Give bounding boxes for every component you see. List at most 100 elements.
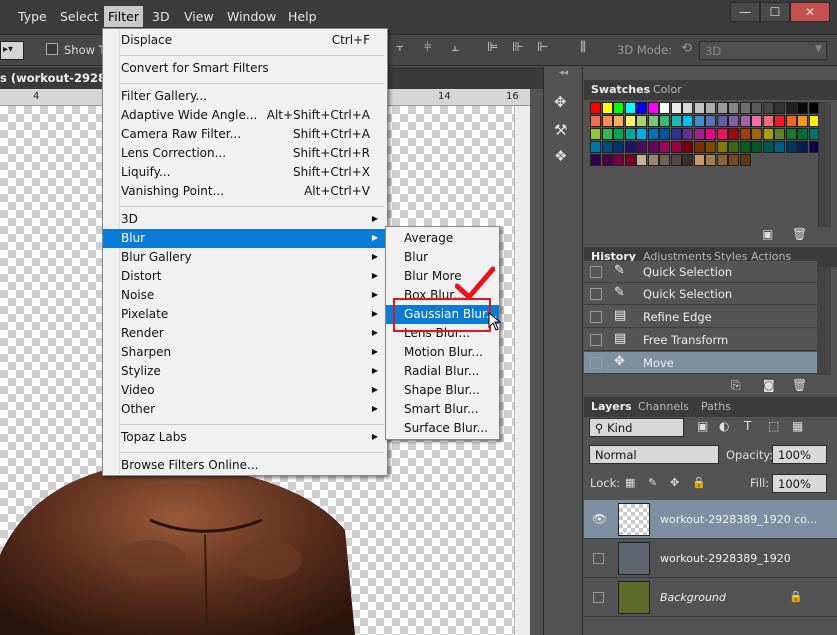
history-brush-icon[interactable]: ✥: [554, 93, 567, 111]
submenu-item-motion-blur[interactable]: Motion Blur...: [386, 343, 499, 362]
menu-type[interactable]: Type: [15, 9, 50, 24]
menu-item-blur-gallery[interactable]: Blur Gallery ▶: [103, 248, 387, 267]
color-swatch[interactable]: [624, 154, 636, 166]
trash-icon[interactable]: 🗑: [792, 378, 807, 392]
menu-item-liquify[interactable]: Liquify... Shift+Ctrl+X: [103, 163, 387, 182]
layer-row-selected[interactable]: 👁 workout-2928389_1920 co...: [584, 500, 837, 539]
collapse-icon[interactable]: ◂◂: [559, 68, 568, 78]
history-item[interactable]: ✎ Quick Selection: [584, 283, 817, 305]
color-swatch[interactable]: [751, 102, 762, 114]
color-swatch[interactable]: [601, 115, 613, 127]
history-item[interactable]: ✎ Quick Selection: [584, 261, 817, 283]
history-item[interactable]: ▤ Free Transform: [584, 329, 817, 351]
color-swatch[interactable]: [647, 141, 659, 153]
type-filter-icon[interactable]: T: [744, 419, 751, 433]
color-swatch[interactable]: [785, 128, 797, 140]
menu-item-filter-gallery[interactable]: Filter Gallery...: [103, 87, 387, 106]
menu-item-lens-correction[interactable]: Lens Correction... Shift+Ctrl+R: [103, 144, 387, 163]
color-swatch[interactable]: [785, 102, 797, 114]
minimize-button[interactable]: —: [730, 2, 760, 22]
menu-item-vanishing-point[interactable]: Vanishing Point... Alt+Ctrl+V: [103, 182, 387, 201]
color-swatch[interactable]: [774, 141, 785, 153]
color-swatch[interactable]: [705, 115, 716, 127]
align-hcenter-icon[interactable]: ⊪: [512, 40, 523, 55]
history-snapshot-checkbox[interactable]: [590, 357, 602, 369]
blend-mode-select[interactable]: Normal: [589, 445, 719, 464]
color-swatch[interactable]: [739, 128, 751, 140]
color-swatch[interactable]: [785, 141, 797, 153]
close-button[interactable]: ✕: [790, 2, 830, 22]
submenu-item-shape-blur[interactable]: Shape Blur...: [386, 381, 499, 400]
trash-icon[interactable]: 🗑: [792, 227, 807, 241]
color-swatch[interactable]: [601, 102, 613, 114]
layer-filter-kind[interactable]: ⚲ Kind: [589, 418, 684, 437]
color-swatch[interactable]: [797, 128, 808, 140]
menu-item-blur[interactable]: Blur ▶: [103, 229, 387, 248]
history-snapshot-checkbox[interactable]: [590, 266, 602, 278]
menu-item-topaz-labs[interactable]: Topaz Labs ▶: [103, 428, 387, 447]
color-swatch[interactable]: [728, 141, 739, 153]
tab-color[interactable]: Color: [653, 83, 682, 96]
color-swatch[interactable]: [613, 154, 624, 166]
color-swatch[interactable]: [751, 141, 762, 153]
new-document-from-state-icon[interactable]: ⎘: [731, 378, 741, 393]
menu-item-stylize[interactable]: Stylize ▶: [103, 362, 387, 381]
align-left-icon[interactable]: ⊫: [487, 40, 498, 55]
color-swatch[interactable]: [693, 102, 705, 114]
menu-view[interactable]: View: [181, 9, 217, 24]
color-swatch[interactable]: [682, 115, 693, 127]
color-swatch[interactable]: [716, 154, 728, 166]
color-swatch[interactable]: [613, 115, 624, 127]
menu-item-distort[interactable]: Distort ▶: [103, 267, 387, 286]
color-swatch[interactable]: [624, 102, 636, 114]
color-swatch[interactable]: [705, 154, 716, 166]
visibility-toggle[interactable]: [593, 553, 604, 564]
color-swatch[interactable]: [682, 154, 693, 166]
color-swatch[interactable]: [716, 102, 728, 114]
color-swatch[interactable]: [682, 128, 693, 140]
menu-item-convert-smart-filters[interactable]: Convert for Smart Filters: [103, 59, 387, 78]
tab-layers[interactable]: Layers: [591, 400, 632, 413]
color-swatch[interactable]: [670, 154, 682, 166]
maximize-button[interactable]: ☐: [760, 2, 790, 22]
color-swatch[interactable]: [716, 141, 728, 153]
color-swatch[interactable]: [659, 141, 670, 153]
color-swatch[interactable]: [670, 141, 682, 153]
history-item[interactable]: ▤ Refine Edge: [584, 306, 817, 328]
color-swatch[interactable]: [613, 141, 624, 153]
menu-filter[interactable]: Filter: [104, 6, 143, 27]
submenu-item-blur[interactable]: Blur: [386, 248, 499, 267]
align-top-icon[interactable]: ⫟: [396, 40, 404, 55]
color-swatch[interactable]: [659, 102, 670, 114]
color-swatch[interactable]: [670, 102, 682, 114]
menu-item-video[interactable]: Video ▶: [103, 381, 387, 400]
color-swatch[interactable]: [682, 102, 693, 114]
new-swatch-icon[interactable]: ▣: [762, 227, 773, 241]
color-swatch[interactable]: [693, 128, 705, 140]
menu-item-noise[interactable]: Noise ▶: [103, 286, 387, 305]
align-vcenter-icon[interactable]: ⫩: [424, 40, 431, 55]
align-right-icon[interactable]: ⊩: [537, 40, 548, 55]
history-item-selected[interactable]: ✥ Move: [584, 352, 817, 374]
color-swatch[interactable]: [693, 154, 705, 166]
menu-item-render[interactable]: Render ▶: [103, 324, 387, 343]
smart-filter-icon[interactable]: ▦: [792, 419, 803, 433]
history-snapshot-checkbox[interactable]: [590, 334, 602, 346]
color-swatch[interactable]: [601, 141, 613, 153]
color-swatch[interactable]: [590, 115, 601, 127]
menu-item-other[interactable]: Other ▶: [103, 400, 387, 419]
color-swatch[interactable]: [693, 141, 705, 153]
brush-panel-icon[interactable]: ⚒: [554, 121, 567, 139]
color-swatch[interactable]: [705, 128, 716, 140]
image-filter-icon[interactable]: ▣: [697, 419, 708, 433]
color-swatch[interactable]: [613, 102, 624, 114]
color-swatch[interactable]: [647, 102, 659, 114]
color-swatch[interactable]: [693, 115, 705, 127]
color-swatch[interactable]: [774, 115, 785, 127]
layer-row[interactable]: Background 🔒: [584, 578, 837, 617]
menu-3d[interactable]: 3D: [149, 9, 173, 24]
history-snapshot-checkbox[interactable]: [590, 288, 602, 300]
color-swatch[interactable]: [716, 128, 728, 140]
color-swatch[interactable]: [728, 115, 739, 127]
color-swatch[interactable]: [797, 102, 808, 114]
